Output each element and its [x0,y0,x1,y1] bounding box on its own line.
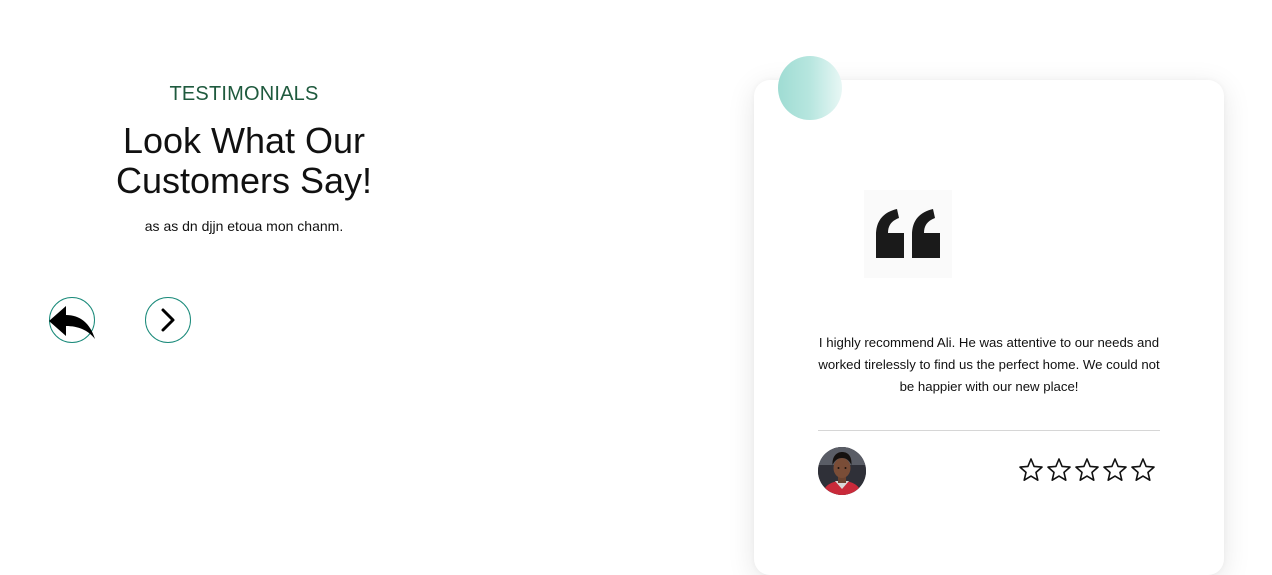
star-outline-icon [1047,458,1071,481]
star-outline-icon [1103,458,1127,481]
star-rating [1018,457,1156,483]
headline-line-1: Look What Our [122,120,366,161]
decorative-bubble [778,56,842,120]
section-subtext: as as dn djjn etoua mon chanm. [144,218,344,234]
section-eyebrow: TESTIMONIALS [169,83,319,105]
reply-arrow-icon [49,306,95,339]
testimonials-section: TESTIMONIALS Look What Our Customers Say… [0,0,1272,575]
quote-icon [876,209,940,258]
next-testimonial-button[interactable] [145,297,191,343]
testimonial-card: I highly recommend Ali. He was attentive… [754,56,1224,575]
headline-line-2: Customers Say! [115,160,373,201]
avatar-photo [818,447,866,495]
star-outline-icon [1131,458,1155,481]
testimonials-intro: TESTIMONIALS Look What Our Customers Say… [88,80,400,235]
chevron-right-icon [161,308,175,332]
card-divider [818,430,1160,431]
author-avatar [818,447,866,495]
card-surface [754,80,1224,575]
star-outline-icon [1019,458,1043,481]
previous-testimonial-button[interactable] [49,297,95,343]
section-headline: Look What Our Customers Say! [88,121,400,201]
testimonial-text: I highly recommend Ali. He was attentive… [818,335,1160,394]
star-outline-icon [1075,458,1099,481]
quote-icon-box [864,190,952,278]
